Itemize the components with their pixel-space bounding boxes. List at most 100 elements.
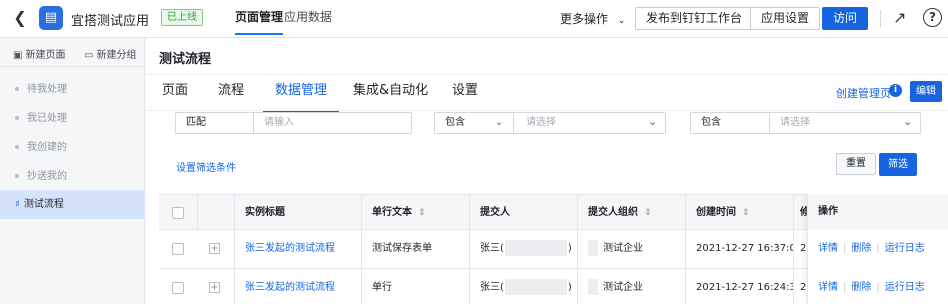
bullet-icon — [15, 87, 19, 91]
column-header-submitter: 提交人 — [469, 195, 577, 230]
instance-title-link[interactable]: 张三发起的测试流程 — [234, 269, 361, 304]
operations-column: 操作 详情 | 删除 | 运行日志 详情 | 删除 | 运行日志 — [807, 194, 948, 304]
more-actions-dropdown[interactable]: 更多操作 ⌄ — [560, 10, 625, 27]
create-manage-page-link[interactable]: 创建管理页 — [836, 85, 891, 101]
new-page-label: 新建页面 — [25, 50, 66, 61]
tab-integration-automation[interactable]: 集成&自动化 — [353, 82, 428, 112]
redacted-block — [504, 279, 567, 295]
filter-field-1[interactable]: 匹配 请输入 — [175, 112, 412, 134]
chevron-down-icon: ⌄ — [495, 117, 504, 128]
created-time-cell: 2021-12-27 16:24:32 — [685, 269, 793, 304]
separator: | — [843, 282, 847, 293]
app-settings-button[interactable]: 应用设置 — [750, 7, 821, 30]
sidebar-item-label: 抄送我的 — [27, 171, 67, 182]
new-group-button[interactable]: ▭ 新建分组 — [84, 46, 136, 61]
data-table: 实例标题 单行文本 ⇕ 提交人 提交人组织 ⇕ 创建时间 ⇕ 修 + 张三发起的测试流… — [159, 194, 948, 304]
detail-link[interactable]: 详情 — [818, 282, 838, 293]
tab-process[interactable]: 流程 — [218, 82, 244, 112]
submitter-org-cell: 测试企业 — [577, 269, 685, 304]
row-actions: 详情 | 删除 | 运行日志 — [818, 230, 925, 268]
column-header-label: 创建时间 — [696, 207, 736, 218]
submitter-org-cell: 测试企业 — [577, 230, 685, 268]
sidebar-item-label: 待我处理 — [27, 84, 67, 95]
expand-column-header — [197, 195, 234, 230]
sidebar-item-label: 我已处理 — [27, 113, 67, 124]
filter-input-placeholder[interactable]: 请输入 — [264, 113, 294, 133]
tab-settings[interactable]: 设置 — [452, 82, 478, 112]
new-page-button[interactable]: ▣ 新建页面 — [13, 46, 65, 61]
column-header-operations: 操作 — [808, 194, 948, 229]
filter-field-3[interactable]: 包含 请选择 ⌄ — [690, 112, 921, 134]
back-chevron-icon[interactable]: ❮ — [10, 8, 30, 28]
divider — [0, 66, 145, 67]
single-line-text-cell: 测试保存表单 — [361, 230, 469, 268]
detail-link[interactable]: 详情 — [818, 243, 838, 254]
run-log-link[interactable]: 运行日志 — [885, 282, 925, 293]
expand-row-icon[interactable]: + — [209, 243, 220, 254]
delete-link[interactable]: 删除 — [851, 243, 871, 254]
sidebar-item-cc[interactable]: 抄送我的 — [0, 162, 145, 191]
filter-button[interactable]: 筛选 — [879, 153, 917, 176]
info-icon[interactable]: i — [889, 84, 902, 97]
new-folder-icon: ▭ — [84, 50, 94, 61]
row-checkbox[interactable] — [172, 282, 184, 294]
app-icon: ▤ — [39, 6, 63, 30]
instance-title-link[interactable]: 张三发起的测试流程 — [234, 230, 361, 268]
row-actions: 详情 | 删除 | 运行日志 — [818, 269, 925, 304]
submitter-name: 张三( — [480, 282, 504, 293]
filter-field-2[interactable]: 包含 ⌄ 请选择 ⌄ — [434, 112, 666, 134]
divider — [880, 10, 881, 27]
delete-link[interactable]: 删除 — [851, 282, 871, 293]
submitter-close: ) — [567, 282, 572, 293]
submitter-name: 张三( — [480, 243, 504, 254]
column-header-label: 提交人组织 — [588, 207, 638, 218]
filter-select-placeholder: 请选择 — [526, 117, 556, 128]
edit-button[interactable]: 编辑 — [910, 81, 942, 102]
tab-data-management[interactable]: 数据管理 — [262, 82, 340, 112]
redacted-block — [588, 240, 598, 256]
tab-app-data[interactable]: 应用数据 — [284, 0, 332, 38]
tab-page[interactable]: 页面 — [162, 82, 188, 112]
sidebar-item-label: 我创建的 — [27, 142, 67, 153]
submitter-close: ) — [567, 243, 572, 254]
redacted-block — [504, 240, 567, 256]
new-group-label: 新建分组 — [96, 50, 137, 61]
column-header-created-time[interactable]: 创建时间 ⇕ — [685, 195, 793, 230]
set-filter-conditions-link[interactable]: 设置筛选条件 — [176, 159, 236, 174]
publish-button[interactable]: 发布到钉钉工作台 — [635, 7, 754, 30]
select-all-checkbox[interactable] — [172, 207, 184, 219]
reset-button[interactable]: 重置 — [836, 153, 876, 175]
filter-operator: 包含 — [691, 113, 770, 133]
row-checkbox[interactable] — [172, 243, 184, 255]
sort-icon[interactable]: ⇕ — [742, 208, 750, 218]
column-header-single-line-text[interactable]: 单行文本 ⇕ — [361, 195, 469, 230]
column-header-title: 实例标题 — [234, 195, 361, 230]
tab-page-management[interactable]: 页面管理 — [235, 0, 284, 38]
divider — [145, 110, 948, 111]
sort-icon[interactable]: ⇕ — [644, 208, 652, 218]
external-link-icon[interactable]: ↗ — [893, 8, 906, 27]
single-line-text-cell: 单行 — [361, 269, 469, 304]
filter-operator: 匹配 — [176, 113, 254, 133]
filter-operator-select[interactable]: 包含 ⌄ — [435, 113, 514, 133]
expand-row-icon[interactable]: + — [209, 282, 220, 293]
new-page-icon: ▣ — [13, 50, 23, 61]
sidebar-item-created[interactable]: 我创建的 — [0, 133, 145, 162]
bullet-icon — [15, 145, 19, 149]
help-icon[interactable]: ? — [923, 8, 942, 27]
submitter-cell: 张三() — [469, 230, 577, 268]
separator: | — [876, 243, 880, 254]
sort-icon[interactable]: ⇕ — [418, 208, 426, 218]
run-log-link[interactable]: 运行日志 — [885, 243, 925, 254]
sidebar-item-label: 测试流程 — [23, 199, 64, 210]
process-icon: ♯ — [15, 199, 20, 210]
app-name: 宜搭测试应用 — [71, 14, 150, 29]
visit-button[interactable]: 访问 — [822, 7, 869, 30]
sidebar-item-processed[interactable]: 我已处理 — [0, 104, 145, 133]
sidebar-item-test-process[interactable]: ♯ 测试流程 — [0, 190, 145, 219]
submitter-cell: 张三() — [469, 269, 577, 304]
separator: | — [876, 282, 880, 293]
column-header-submitter-org[interactable]: 提交人组织 ⇕ — [577, 195, 685, 230]
sidebar-item-pending[interactable]: 待我处理 — [0, 75, 145, 104]
separator: | — [843, 243, 847, 254]
